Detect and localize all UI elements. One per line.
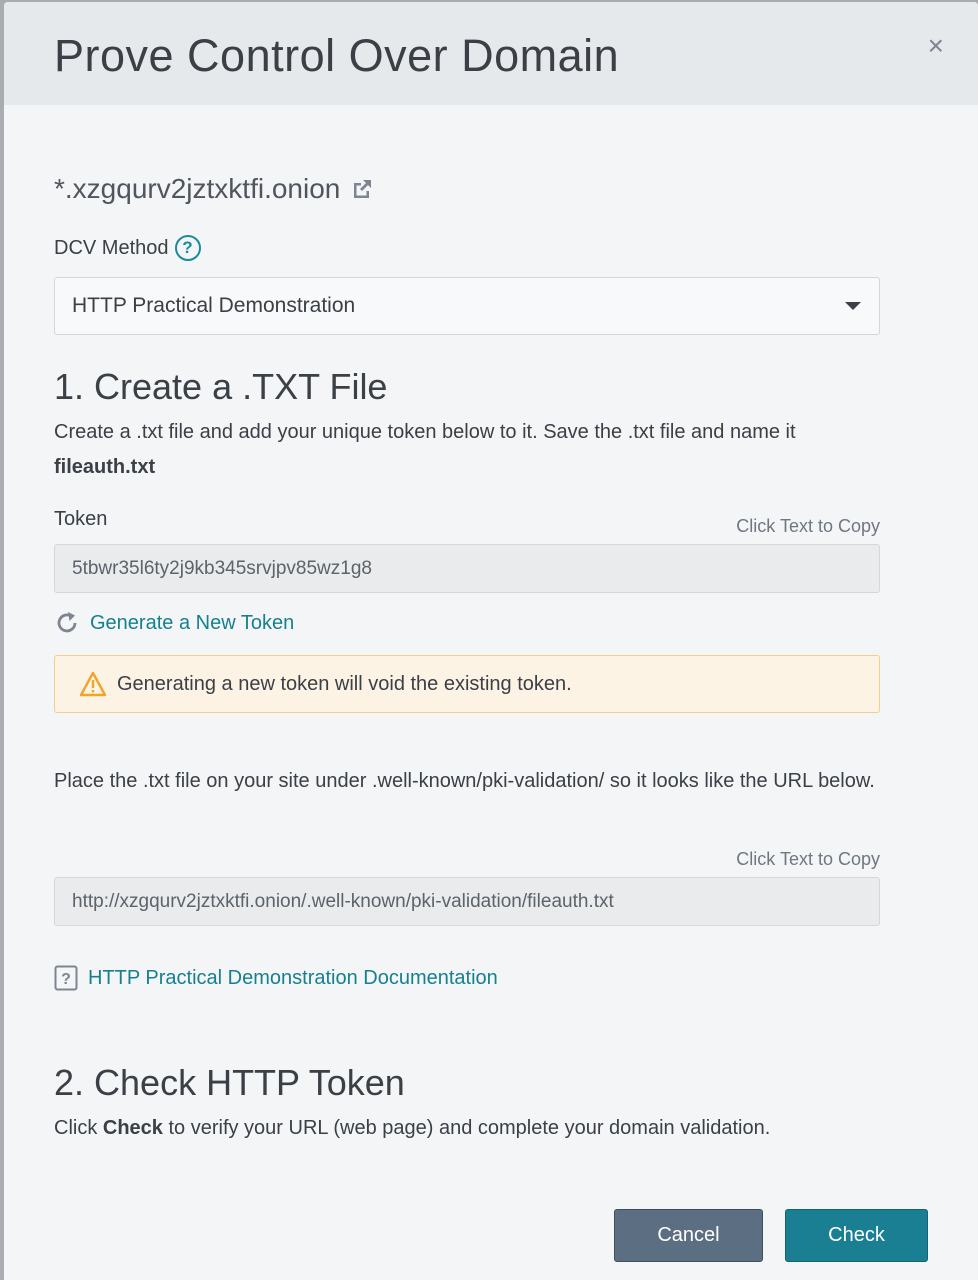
token-field[interactable]: 5tbwr35l6ty2j9kb345srvjpv85wz1g8 [54,544,880,593]
dcv-method-label: DCV Method ? [54,235,201,261]
domain-name: *.xzgqurv2jztxktfi.onion [54,173,341,204]
step2-bold: Check [102,1117,163,1139]
external-link-icon[interactable] [350,177,374,201]
dcv-label-text: DCV Method [54,236,169,259]
cancel-button[interactable]: Cancel [614,1209,763,1262]
step2-suffix: to verify your URL (web page) and comple… [162,1117,771,1139]
dcv-selected-value: HTTP Practical Demonstration [72,294,356,317]
warning-text: Generating a new token will void the exi… [117,672,572,695]
question-circle-icon[interactable]: ? [174,235,201,261]
check-button[interactable]: Check [785,1209,928,1262]
step2-instruction: Click Check to verify your URL (web page… [54,1111,880,1146]
generate-token-button[interactable]: Generate a New Token [54,610,294,636]
documentation-link-label: HTTP Practical Demonstration Documentati… [88,966,498,989]
modal-header: Prove Control Over Domain × [4,2,978,105]
step1-instruction-text: Create a .txt file and add your unique t… [54,421,796,443]
generate-token-label: Generate a New Token [90,611,295,634]
step1-title: 1. Create a .TXT File [54,366,388,407]
chevron-down-icon [845,302,861,310]
place-instruction: Place the .txt file on your site under .… [54,770,875,792]
warning-icon [79,671,107,697]
token-copy-hint[interactable]: Click Text to Copy [736,516,880,537]
warning-alert: Generating a new token will void the exi… [54,655,880,713]
refresh-icon [57,612,77,633]
modal-dialog: Prove Control Over Domain × *.xzgqurv2jz… [4,2,978,1280]
doc-question-icon: ? [54,965,78,991]
modal-title: Prove Control Over Domain [54,30,620,81]
filename-text: fileauth.txt [54,456,156,478]
url-copy-hint[interactable]: Click Text to Copy [736,849,880,870]
svg-text:?: ? [61,971,71,988]
documentation-link[interactable]: ? HTTP Practical Demonstration Documenta… [54,965,498,991]
step2-title: 2. Check HTTP Token [54,1062,405,1103]
url-field[interactable]: http://xzgqurv2jztxktfi.onion/.well-know… [54,877,880,926]
dcv-method-select[interactable]: HTTP Practical Demonstration [54,277,880,335]
close-icon[interactable]: × [928,32,944,60]
token-label: Token [54,508,108,530]
step1-instruction: Create a .txt file and add your unique t… [54,415,880,485]
domain-heading: *.xzgqurv2jztxktfi.onion [54,173,374,205]
step2-prefix: Click [54,1117,103,1139]
